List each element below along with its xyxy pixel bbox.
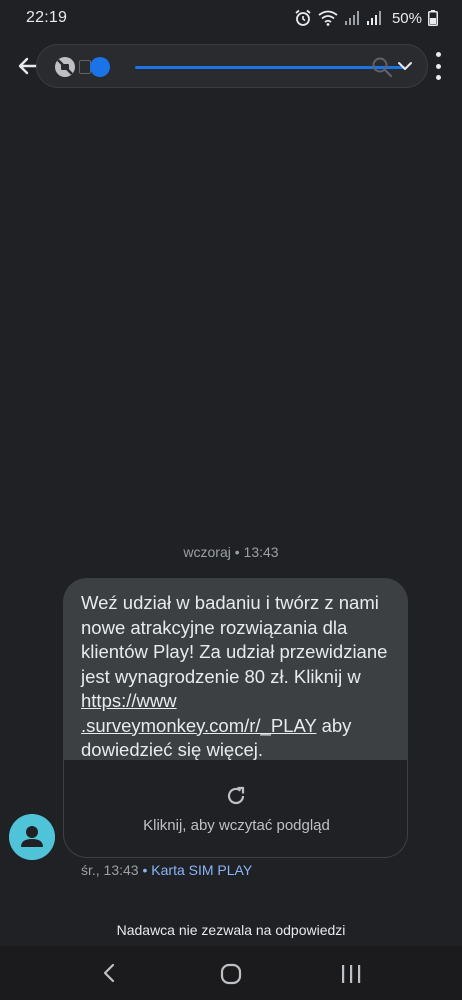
sender-avatar[interactable]	[9, 814, 55, 860]
message-time: śr., 13:43	[81, 862, 139, 878]
load-preview-label: Kliknij, aby wczytać podgląd	[143, 817, 330, 834]
battery-icon	[428, 10, 438, 26]
signal-icon	[366, 10, 382, 26]
status-icons: 50%	[294, 9, 438, 27]
nav-back-icon	[103, 963, 115, 983]
slider-track[interactable]	[135, 66, 405, 69]
slider-handle[interactable]	[90, 57, 110, 77]
message-bubble[interactable]: Weź udział w badaniu i twórz z nami nowe…	[63, 578, 408, 858]
app-bar	[0, 40, 462, 92]
person-icon	[9, 814, 55, 860]
nav-home-icon	[220, 963, 242, 985]
status-bar: 22:19 50%	[0, 0, 462, 36]
message-link[interactable]: https://www .surveymonkey.com/r/_PLAY	[81, 690, 316, 736]
search-slider-bar[interactable]	[36, 44, 428, 88]
sms-conversation-screen: 22:19 50% wczoraj • 13:43 Weź udział w b…	[0, 0, 462, 1000]
message-text: Weź udział w badaniu i twórz z nami nowe…	[63, 578, 408, 760]
more-options-button[interactable]	[430, 52, 446, 80]
meta-separator: •	[142, 862, 148, 878]
more-vert-dot	[435, 63, 441, 69]
search-icon[interactable]	[371, 56, 393, 83]
system-navigation-bar	[0, 946, 462, 1000]
message-meta: śr., 13:43 • Karta SIM PLAY	[81, 862, 252, 878]
sim-label: Karta SIM PLAY	[151, 862, 253, 878]
alarm-icon	[294, 9, 312, 27]
chevron-down-icon[interactable]	[397, 59, 413, 78]
more-vert-dot	[435, 75, 441, 80]
signal-icon	[344, 10, 360, 26]
nav-recents-icon	[342, 965, 361, 983]
nav-back-button[interactable]	[100, 962, 120, 989]
day-timestamp: wczoraj • 13:43	[183, 544, 279, 560]
no-reply-notice: Nadawca nie zezwala na odpowiedzi	[116, 922, 346, 938]
link-preview-card[interactable]: Kliknij, aby wczytać podgląd	[63, 760, 408, 858]
back-arrow-icon	[18, 57, 38, 75]
nav-home-button[interactable]	[219, 962, 243, 991]
message-text-start: Weź udział w badaniu i twórz z nami nowe…	[81, 592, 388, 687]
more-vert-icon	[435, 52, 441, 57]
blocked-icon[interactable]	[53, 55, 77, 84]
status-time: 22:19	[26, 9, 68, 26]
wifi-icon	[318, 10, 338, 26]
battery-percent: 50%	[391, 9, 422, 27]
nav-recents-button[interactable]	[340, 964, 362, 989]
refresh-icon	[224, 784, 248, 813]
